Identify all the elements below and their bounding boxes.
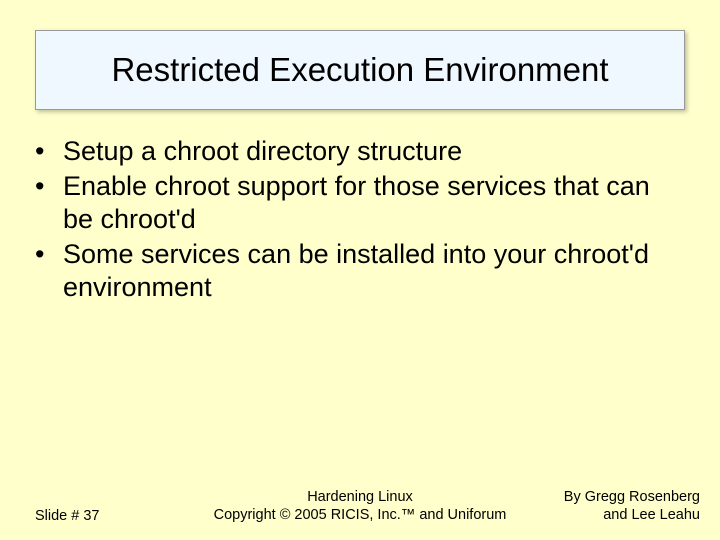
list-item: Some services can be installed into your… <box>35 238 685 304</box>
list-item: Enable chroot support for those services… <box>35 170 685 236</box>
footer-right: By Gregg Rosenberg and Lee Leahu <box>564 488 700 524</box>
title-box: Restricted Execution Environment <box>35 30 685 110</box>
bullet-list: Setup a chroot directory structure Enabl… <box>35 135 685 306</box>
footer-right-line1: By Gregg Rosenberg <box>564 488 700 506</box>
slide: Restricted Execution Environment Setup a… <box>0 0 720 540</box>
slide-title: Restricted Execution Environment <box>111 51 608 89</box>
footer: Slide # 37 Hardening Linux Copyright © 2… <box>0 484 720 524</box>
footer-right-line2: and Lee Leahu <box>564 506 700 524</box>
list-item: Setup a chroot directory structure <box>35 135 685 168</box>
